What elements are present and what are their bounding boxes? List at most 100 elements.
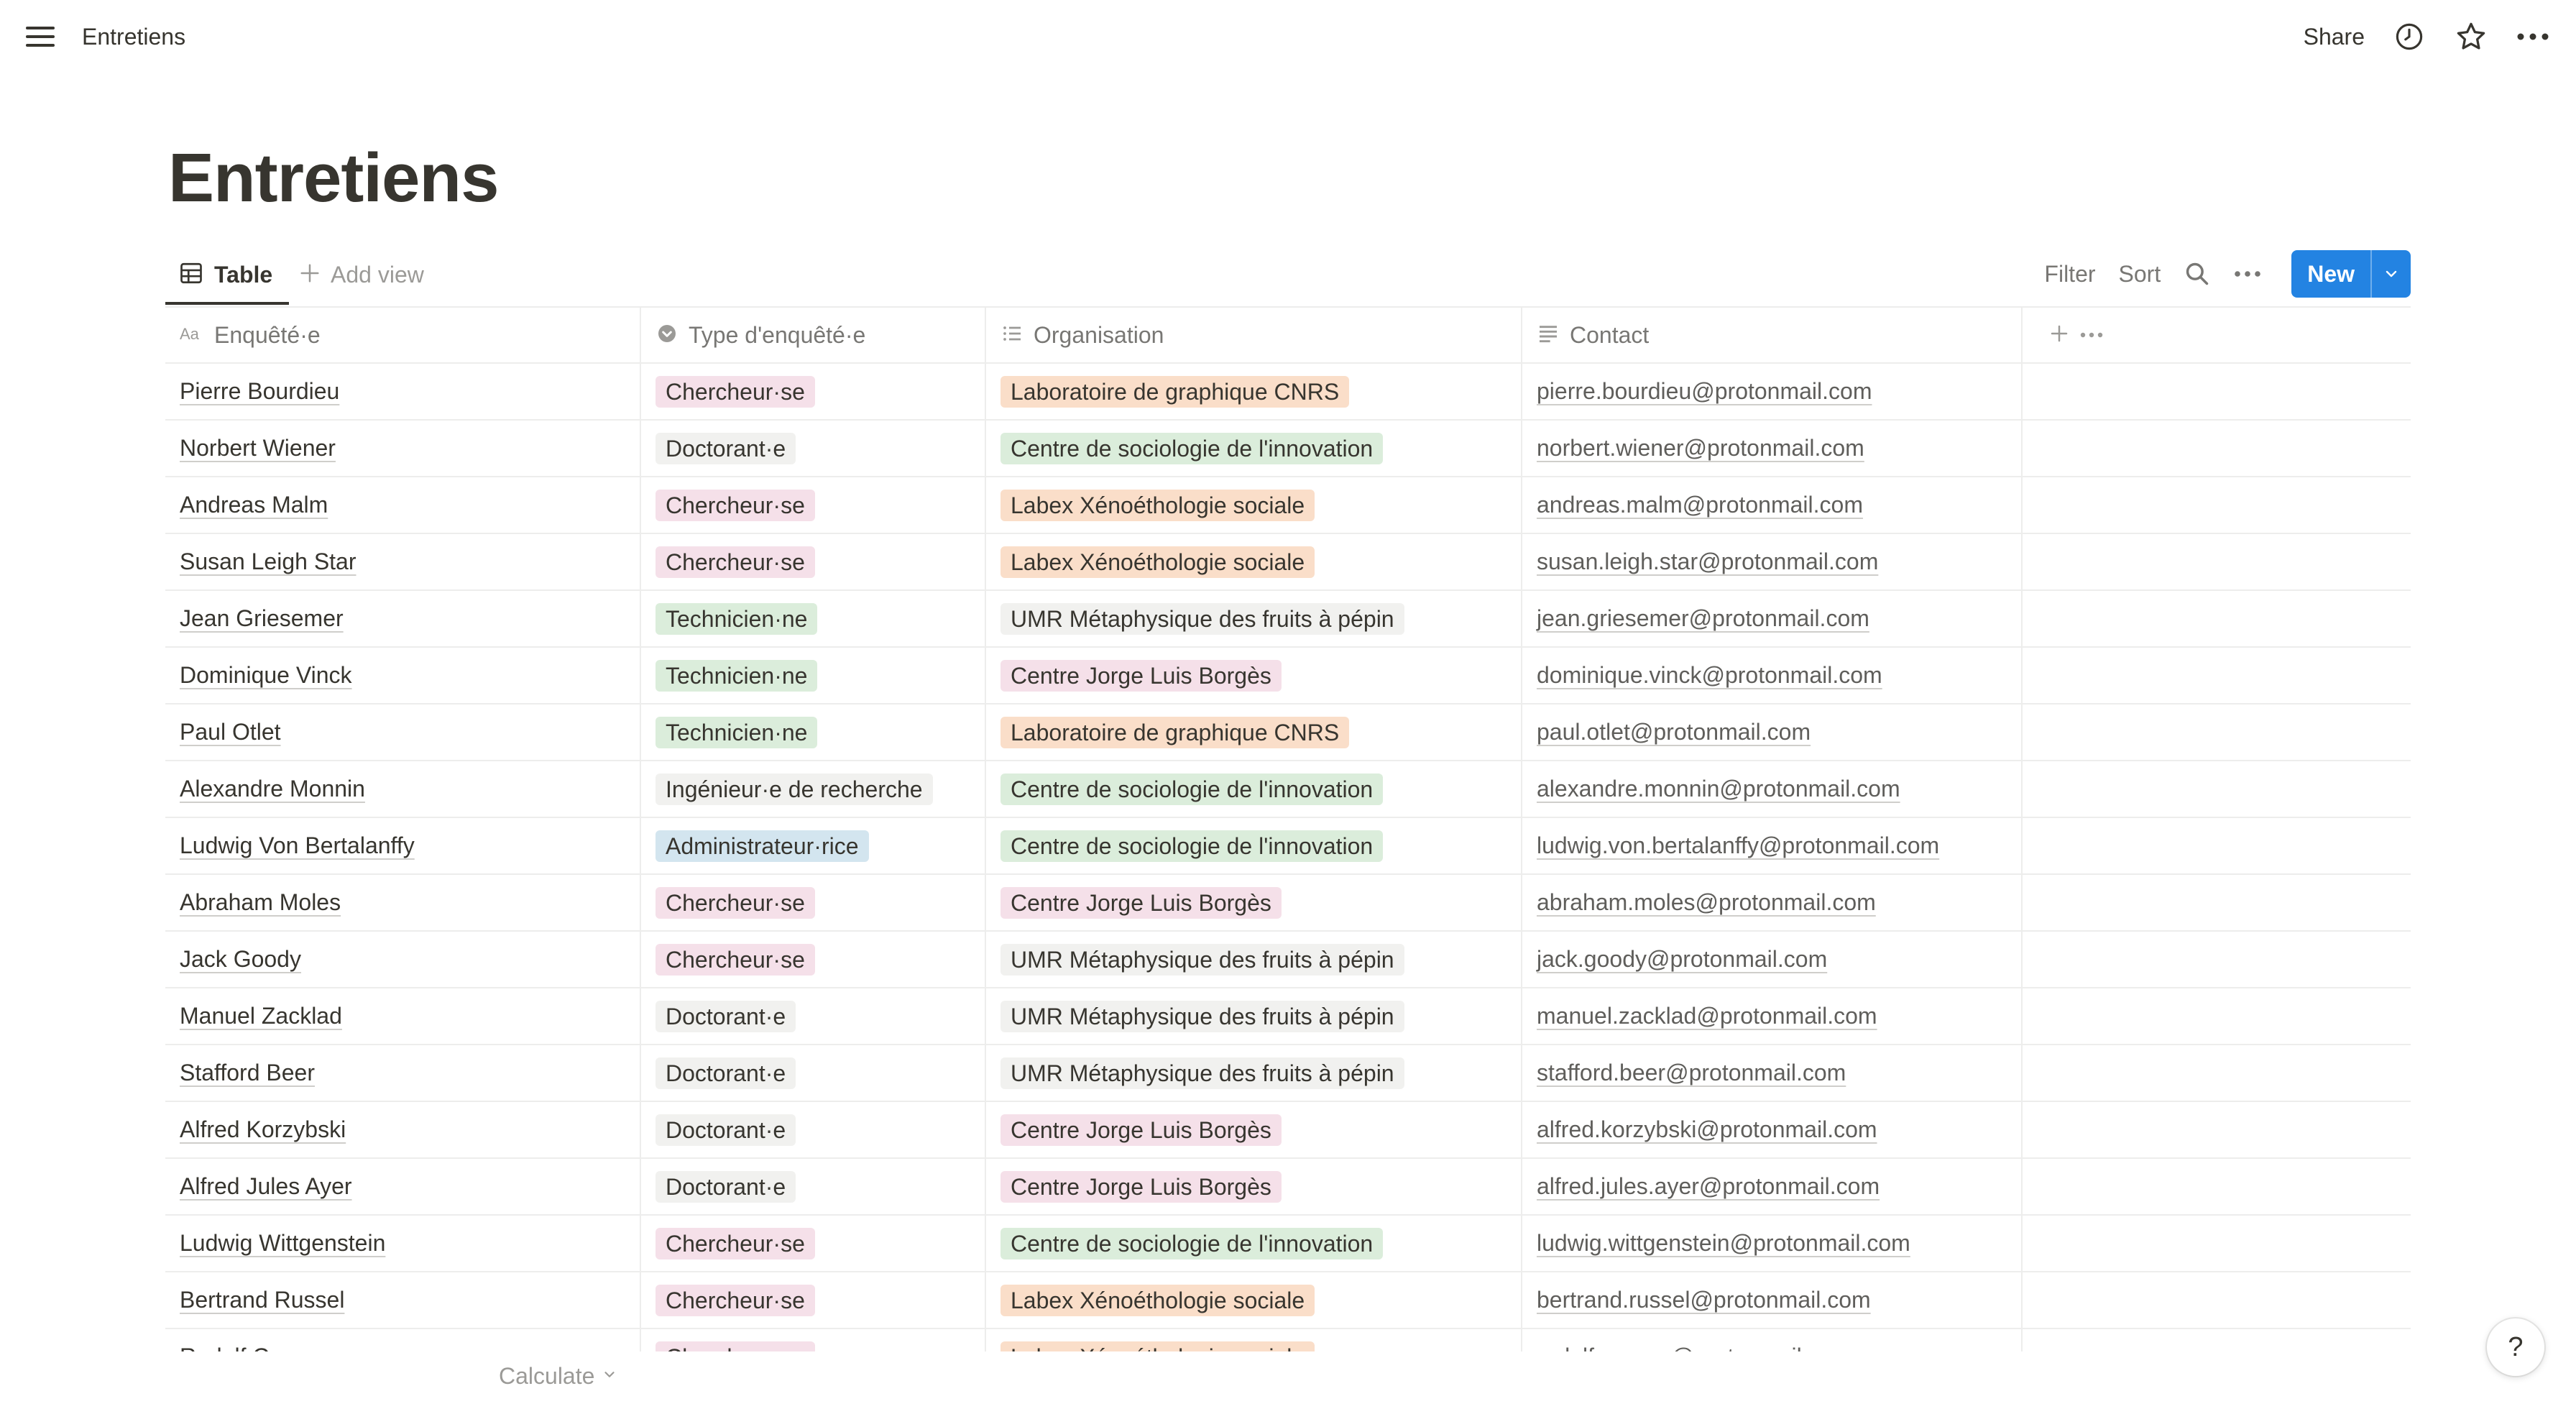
cell-enquete[interactable]: Alexandre Monnin <box>165 761 641 817</box>
add-view-button[interactable]: Add view <box>299 244 424 305</box>
table-row[interactable]: Abraham Moles Chercheur·se Centre Jorge Lu… <box>165 875 2411 932</box>
cell-type[interactable]: Chercheur·se <box>641 932 986 987</box>
row-name[interactable]: Stafford Beer <box>180 1060 315 1086</box>
contact-email[interactable]: pierre.bourdieu@protonmail.com <box>1537 378 1872 405</box>
cell-empty[interactable] <box>2023 1045 2411 1101</box>
cell-empty[interactable] <box>2023 534 2411 589</box>
contact-email[interactable]: bertrand.russel@protonmail.com <box>1537 1287 1871 1313</box>
cell-type[interactable]: Administrateur·rice <box>641 818 986 873</box>
table-row[interactable]: Alfred Jules Ayer Doctorant·e Centre Jorge… <box>165 1159 2411 1216</box>
contact-email[interactable]: dominique.vinck@protonmail.com <box>1537 662 1882 689</box>
row-name[interactable]: Susan Leigh Star <box>180 549 356 575</box>
cell-enquete[interactable]: Dominique Vinck <box>165 648 641 703</box>
help-button[interactable]: ? <box>2487 1318 2544 1376</box>
cell-contact[interactable]: alfred.jules.ayer@protonmail.com <box>1522 1159 2023 1214</box>
row-name[interactable]: Ludwig Von Bertalanffy <box>180 832 415 859</box>
row-name[interactable]: Norbert Wiener <box>180 435 336 462</box>
cell-empty[interactable] <box>2023 761 2411 817</box>
updates-clock-icon[interactable] <box>2392 19 2426 54</box>
table-row[interactable]: Alexandre Monnin Ingénieur·e de recherche… <box>165 761 2411 818</box>
contact-email[interactable]: abraham.moles@protonmail.com <box>1537 889 1876 916</box>
cell-empty[interactable] <box>2023 932 2411 987</box>
row-name[interactable]: Pierre Bourdieu <box>180 378 339 405</box>
cell-enquete[interactable]: Alfred Korzybski <box>165 1102 641 1157</box>
cell-empty[interactable] <box>2023 648 2411 703</box>
chevron-down-icon[interactable] <box>2370 250 2411 298</box>
filter-button[interactable]: Filter <box>2033 250 2107 298</box>
cell-enquete[interactable]: Stafford Beer <box>165 1045 641 1101</box>
cell-contact[interactable]: alfred.korzybski@protonmail.com <box>1522 1102 2023 1157</box>
row-name[interactable]: Dominique Vinck <box>180 662 352 689</box>
menu-icon[interactable] <box>26 22 56 52</box>
cell-organisation[interactable]: Laboratoire de graphique CNRS <box>986 704 1522 760</box>
cell-empty[interactable] <box>2023 1272 2411 1328</box>
table-row[interactable]: Susan Leigh Star Chercheur·se Labex Xénoét… <box>165 534 2411 591</box>
cell-enquete[interactable]: Manuel Zacklad <box>165 988 641 1044</box>
contact-email[interactable]: andreas.malm@protonmail.com <box>1537 492 1863 518</box>
more-options-icon[interactable] <box>2516 19 2550 54</box>
table-row[interactable]: Ludwig Wittgenstein Chercheur·se Centre de… <box>165 1216 2411 1272</box>
cell-organisation[interactable]: Centre Jorge Luis Borgès <box>986 1159 1522 1214</box>
cell-organisation[interactable]: Centre Jorge Luis Borgès <box>986 648 1522 703</box>
new-button[interactable]: New <box>2291 250 2370 298</box>
contact-email[interactable]: alfred.jules.ayer@protonmail.com <box>1537 1173 1880 1200</box>
row-name[interactable]: Alfred Korzybski <box>180 1116 346 1143</box>
table-row[interactable]: Jean Griesemer Technicien·ne UMR Métaphysi… <box>165 591 2411 648</box>
row-name[interactable]: Jack Goody <box>180 946 301 973</box>
cell-contact[interactable]: dominique.vinck@protonmail.com <box>1522 648 2023 703</box>
cell-type[interactable]: Chercheur·se <box>641 875 986 930</box>
table-row[interactable]: Dominique Vinck Technicien·ne Centre Jorge… <box>165 648 2411 704</box>
cell-organisation[interactable]: UMR Métaphysique des fruits à pépin <box>986 1045 1522 1101</box>
cell-enquete[interactable]: Alfred Jules Ayer <box>165 1159 641 1214</box>
cell-type[interactable]: Chercheur·se <box>641 534 986 589</box>
row-name[interactable]: Alexandre Monnin <box>180 776 365 802</box>
contact-email[interactable]: paul.otlet@protonmail.com <box>1537 719 1811 745</box>
contact-email[interactable]: alexandre.monnin@protonmail.com <box>1537 776 1900 802</box>
cell-empty[interactable] <box>2023 421 2411 476</box>
cell-enquete[interactable]: Ludwig Von Bertalanffy <box>165 818 641 873</box>
cell-contact[interactable]: andreas.malm@protonmail.com <box>1522 477 2023 533</box>
table-row[interactable]: Alfred Korzybski Doctorant·e Centre Jorge … <box>165 1102 2411 1159</box>
table-row[interactable]: Stafford Beer Doctorant·e UMR Métaphysique… <box>165 1045 2411 1102</box>
contact-email[interactable]: jean.griesemer@protonmail.com <box>1537 605 1869 632</box>
cell-type[interactable]: Technicien·ne <box>641 591 986 646</box>
contact-email[interactable]: stafford.beer@protonmail.com <box>1537 1060 1846 1086</box>
cell-organisation[interactable]: Laboratoire de graphique CNRS <box>986 364 1522 419</box>
cell-contact[interactable]: bertrand.russel@protonmail.com <box>1522 1272 2023 1328</box>
cell-organisation[interactable]: Centre Jorge Luis Borgès <box>986 875 1522 930</box>
cell-type[interactable]: Chercheur·se <box>641 1216 986 1271</box>
cell-organisation[interactable]: Centre Jorge Luis Borgès <box>986 1102 1522 1157</box>
cell-type[interactable]: Doctorant·e <box>641 421 986 476</box>
table-row[interactable]: Jack Goody Chercheur·se UMR Métaphysique d… <box>165 932 2411 988</box>
share-button[interactable]: Share <box>2304 24 2365 50</box>
cell-contact[interactable]: jean.griesemer@protonmail.com <box>1522 591 2023 646</box>
column-header-organisation[interactable]: Organisation <box>986 308 1522 362</box>
contact-email[interactable]: ludwig.von.bertalanffy@protonmail.com <box>1537 832 1939 859</box>
cell-empty[interactable] <box>2023 818 2411 873</box>
view-more-icon[interactable] <box>2222 250 2273 298</box>
contact-email[interactable]: susan.leigh.star@protonmail.com <box>1537 549 1878 575</box>
add-column-plus-icon[interactable] <box>2048 323 2070 348</box>
cell-contact[interactable]: ludwig.von.bertalanffy@protonmail.com <box>1522 818 2023 873</box>
cell-contact[interactable]: susan.leigh.star@protonmail.com <box>1522 534 2023 589</box>
cell-contact[interactable]: paul.otlet@protonmail.com <box>1522 704 2023 760</box>
cell-enquete[interactable]: Andreas Malm <box>165 477 641 533</box>
cell-organisation[interactable]: Centre de sociologie de l'innovation <box>986 761 1522 817</box>
cell-contact[interactable]: ludwig.wittgenstein@protonmail.com <box>1522 1216 2023 1271</box>
cell-type[interactable]: Ingénieur·e de recherche <box>641 761 986 817</box>
contact-email[interactable]: alfred.korzybski@protonmail.com <box>1537 1116 1877 1143</box>
cell-enquete[interactable]: Pierre Bourdieu <box>165 364 641 419</box>
cell-type[interactable]: Doctorant·e <box>641 1045 986 1101</box>
row-name[interactable]: Ludwig Wittgenstein <box>180 1230 385 1257</box>
cell-type[interactable]: Technicien·ne <box>641 704 986 760</box>
cell-empty[interactable] <box>2023 875 2411 930</box>
cell-empty[interactable] <box>2023 988 2411 1044</box>
column-header-enquete[interactable]: Aa Enquêté·e <box>165 308 641 362</box>
cell-organisation[interactable]: Labex Xénoéthologie sociale <box>986 477 1522 533</box>
table-row[interactable]: Andreas Malm Chercheur·se Labex Xénoétholo… <box>165 477 2411 534</box>
cell-contact[interactable]: manuel.zacklad@protonmail.com <box>1522 988 2023 1044</box>
calculate-button[interactable]: Calculate <box>499 1363 617 1390</box>
table-row[interactable]: Pierre Bourdieu Chercheur·se Laboratoire d… <box>165 364 2411 421</box>
cell-empty[interactable] <box>2023 704 2411 760</box>
row-name[interactable]: Abraham Moles <box>180 889 341 916</box>
